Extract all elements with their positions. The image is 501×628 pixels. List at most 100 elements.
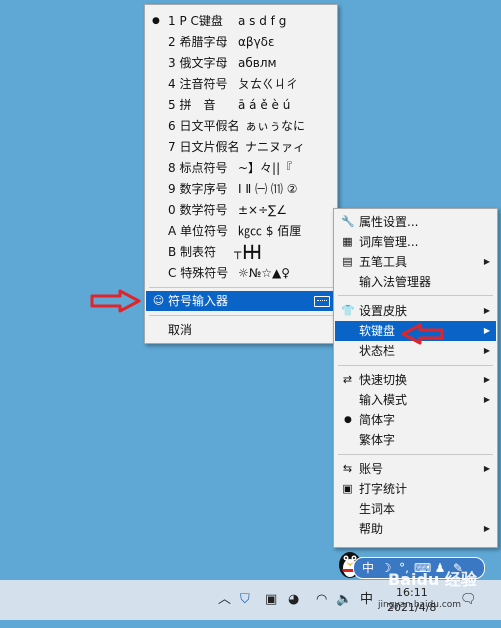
volume-icon[interactable]: 🔈 bbox=[336, 580, 352, 620]
softkb-item-example: ā á ě è ú bbox=[238, 98, 291, 112]
menu-item-wubi-tools[interactable]: ▤ 五笔工具 ▶ bbox=[335, 252, 496, 272]
soft-keyboard-submenu: ● 1 P C键盘 a s d f g 2 希腊字母 αβγδε 3 俄文字母 … bbox=[144, 4, 338, 344]
menu-item-label: 生词本 bbox=[359, 502, 396, 516]
menu-separator bbox=[338, 295, 493, 296]
softkb-item-example: αβγδε bbox=[238, 35, 275, 49]
submenu-arrow-icon: ▶ bbox=[483, 524, 490, 533]
softkb-item-pc-keyboard[interactable]: ● 1 P C键盘 a s d f g bbox=[146, 11, 336, 31]
submenu-arrow-icon: ▶ bbox=[483, 326, 490, 335]
menu-separator bbox=[149, 287, 333, 288]
menu-item-label: 快速切换 bbox=[359, 373, 408, 387]
menu-separator bbox=[149, 315, 333, 316]
softkb-item-punctuation[interactable]: 8 标点符号 ~】々||『 bbox=[146, 158, 336, 178]
menu-item-skin[interactable]: 👕 设置皮肤 ▶ bbox=[335, 301, 496, 321]
softkb-item-numbers[interactable]: 9 数字序号 Ⅰ Ⅱ ㈠ ⑾ ② bbox=[146, 179, 336, 199]
menu-item-label: 词库管理... bbox=[359, 235, 419, 249]
menu-separator bbox=[338, 454, 493, 455]
softkb-item-pinyin[interactable]: 5 拼 音 ā á ě è ú bbox=[146, 95, 336, 115]
menu-item-quick-switch[interactable]: ⇄ 快速切换 ▶ bbox=[335, 370, 496, 390]
symbol-input-item[interactable]: ☺ 符号输入器 bbox=[146, 291, 336, 311]
chevron-up-icon[interactable]: ︿ bbox=[218, 580, 231, 620]
softkb-item-label: 1 P C键盘 bbox=[168, 14, 223, 28]
menu-item-ime-manager[interactable]: 输入法管理器 bbox=[335, 272, 496, 292]
menu-item-label: 设置皮肤 bbox=[359, 304, 408, 318]
softkb-item-example: ㎏㏄ $ 佰厘 bbox=[238, 224, 302, 238]
menu-item-properties[interactable]: 🔧 属性设置... bbox=[335, 212, 496, 232]
menu-item-label: 软键盘 bbox=[359, 324, 396, 338]
menu-item-label: 输入法管理器 bbox=[359, 275, 432, 289]
wifi-icon[interactable]: ◠ bbox=[316, 580, 327, 620]
app-tray-icon[interactable]: ▣ bbox=[265, 580, 277, 620]
menu-item-input-mode[interactable]: 输入模式 ▶ bbox=[335, 390, 496, 410]
account-icon: ⇆ bbox=[342, 462, 353, 475]
softkb-item-label: A 单位符号 bbox=[168, 224, 229, 238]
softkb-item-example: ㄆㄊㄍㄐㄔ bbox=[238, 77, 299, 91]
softkb-item-math[interactable]: 0 数学符号 ±×÷∑∠ bbox=[146, 200, 336, 220]
softkb-item-example: a s d f g bbox=[238, 14, 287, 28]
softkb-item-zhuyin[interactable]: 4 注音符号 ㄆㄊㄍㄐㄔ bbox=[146, 74, 336, 94]
softkb-item-example: Ⅰ Ⅱ ㈠ ⑾ ② bbox=[238, 182, 298, 196]
menu-item-typing-stats[interactable]: ▣ 打字统计 bbox=[335, 479, 496, 499]
menu-item-traditional[interactable]: 繁体字 bbox=[335, 430, 496, 450]
cancel-label: 取消 bbox=[168, 323, 193, 337]
softkb-item-units[interactable]: A 单位符号 ㎏㏄ $ 佰厘 bbox=[146, 221, 336, 241]
checked-bullet-icon: ● bbox=[344, 415, 352, 425]
softkb-item-label: 9 数字序号 bbox=[168, 182, 228, 196]
cancel-item[interactable]: 取消 bbox=[146, 320, 336, 340]
shirt-icon: 👕 bbox=[341, 304, 355, 317]
softkb-item-russian[interactable]: 3 俄文字母 абвлм bbox=[146, 53, 336, 73]
softkb-item-greek[interactable]: 2 希腊字母 αβγδε bbox=[146, 32, 336, 52]
menu-item-help[interactable]: 帮助 ▶ bbox=[335, 519, 496, 539]
wrench-icon: 🔧 bbox=[341, 215, 355, 228]
ime-indicator[interactable]: 中 bbox=[360, 580, 373, 620]
softkb-item-label: 6 日文平假名 bbox=[168, 119, 240, 133]
softkb-item-example: ☼№☆▲♀ bbox=[238, 266, 291, 280]
red-arrow-annotation bbox=[90, 289, 141, 313]
menu-item-label: 打字统计 bbox=[359, 482, 408, 496]
submenu-arrow-icon: ▶ bbox=[483, 306, 490, 315]
menu-item-label: 状态栏 bbox=[359, 344, 396, 358]
switch-icon: ⇄ bbox=[342, 373, 353, 386]
submenu-arrow-icon: ▶ bbox=[483, 375, 490, 384]
smiley-icon: ☺ bbox=[152, 294, 165, 307]
softkb-item-label: B 制表符 bbox=[168, 245, 217, 259]
softkb-item-example: ぁぃぅなに bbox=[245, 119, 306, 133]
submenu-arrow-icon: ▶ bbox=[483, 346, 490, 355]
softkb-item-label: 3 俄文字母 bbox=[168, 56, 228, 70]
menu-item-label: 属性设置... bbox=[359, 215, 419, 229]
submenu-arrow-icon: ▶ bbox=[483, 395, 490, 404]
tools-icon: ▤ bbox=[342, 255, 353, 268]
softkb-item-tabulation[interactable]: B 制表符 ┬┣╋┫ bbox=[146, 242, 336, 262]
menu-item-vocab[interactable]: 生词本 bbox=[335, 499, 496, 519]
softkb-item-hiragana[interactable]: 6 日文平假名 ぁぃぅなに bbox=[146, 116, 336, 136]
softkb-item-example: ~】々||『 bbox=[238, 161, 293, 175]
qq-tray-icon[interactable]: ◕ bbox=[288, 580, 299, 620]
softkb-item-label: 7 日文片假名 bbox=[168, 140, 240, 154]
menu-item-label: 账号 bbox=[359, 462, 384, 476]
lexicon-icon: ▦ bbox=[342, 235, 353, 248]
menu-item-label: 简体字 bbox=[359, 413, 396, 427]
softkb-item-katakana[interactable]: 7 日文片假名 ナニヌァィ bbox=[146, 137, 336, 157]
watermark-url: jingyan.baidu.com bbox=[378, 600, 462, 610]
ime-context-menu: 🔧 属性设置... ▦ 词库管理... ▤ 五笔工具 ▶ 输入法管理器 👕 设置… bbox=[333, 208, 498, 548]
menu-item-label: 五笔工具 bbox=[359, 255, 408, 269]
menu-item-label: 帮助 bbox=[359, 522, 384, 536]
softkb-item-example: ナニヌァィ bbox=[245, 140, 306, 154]
softkb-item-label: 2 希腊字母 bbox=[168, 35, 228, 49]
menu-separator bbox=[338, 365, 493, 366]
softkb-item-label: C 特殊符号 bbox=[168, 266, 229, 280]
stats-icon: ▣ bbox=[342, 482, 353, 495]
menu-item-account[interactable]: ⇆ 账号 ▶ bbox=[335, 459, 496, 479]
menu-item-label: 繁体字 bbox=[359, 433, 396, 447]
submenu-arrow-icon: ▶ bbox=[483, 257, 490, 266]
softkb-item-label: 5 拼 音 bbox=[168, 98, 216, 112]
red-arrow-annotation bbox=[401, 323, 444, 345]
menu-item-simplified[interactable]: ● 简体字 bbox=[335, 410, 496, 430]
menu-item-lexicon[interactable]: ▦ 词库管理... bbox=[335, 232, 496, 252]
softkb-item-special[interactable]: C 特殊符号 ☼№☆▲♀ bbox=[146, 263, 336, 283]
softkb-item-example: ±×÷∑∠ bbox=[238, 203, 288, 217]
shield-icon[interactable]: ⛉ bbox=[240, 580, 250, 620]
softkb-item-label: 0 数学符号 bbox=[168, 203, 228, 217]
ime-lang-toggle[interactable]: 中 bbox=[360, 560, 376, 576]
symbol-input-label: 符号输入器 bbox=[168, 294, 229, 308]
